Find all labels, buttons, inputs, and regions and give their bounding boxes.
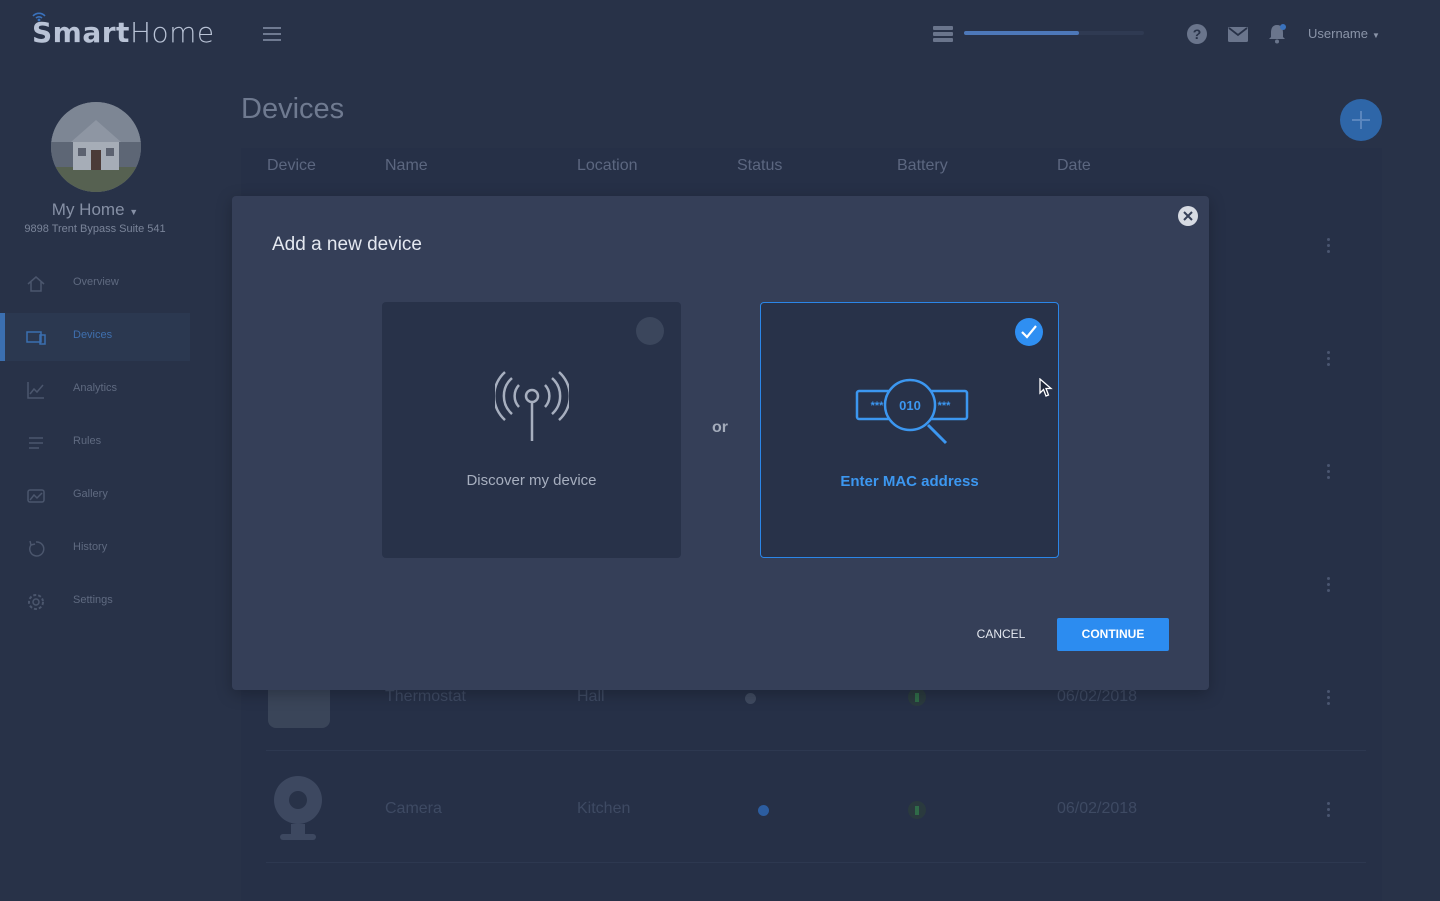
column-header-date[interactable]: Date xyxy=(1057,157,1091,175)
app-logo[interactable]: SmartHome xyxy=(32,16,215,49)
mac-option-label: Enter MAC address xyxy=(840,473,979,490)
device-location: Hall xyxy=(577,688,605,705)
sidebar-item-rules[interactable]: Rules xyxy=(0,419,190,467)
discover-option-label: Discover my device xyxy=(466,472,597,489)
sidebar-item-overview[interactable]: Overview xyxy=(0,260,190,308)
status-indicator xyxy=(758,805,769,816)
column-header-battery[interactable]: Battery xyxy=(897,157,948,175)
sidebar: My Home ▼ 9898 Trent Bypass Suite 541 Ov… xyxy=(0,68,190,901)
close-icon[interactable] xyxy=(1178,206,1198,226)
row-menu-icon[interactable] xyxy=(1327,802,1331,820)
mac-search-icon: *** 010 *** xyxy=(855,378,969,445)
list-icon xyxy=(933,26,953,42)
device-date: 06/02/2018 xyxy=(1057,800,1138,817)
or-separator: or xyxy=(712,419,728,436)
rules-icon xyxy=(29,437,43,449)
home-avatar[interactable] xyxy=(51,102,141,192)
add-device-button[interactable] xyxy=(1340,99,1382,141)
device-name: Camera xyxy=(385,800,442,817)
top-bar: SmartHome ? Username ▼ xyxy=(0,0,1440,68)
page-title: Devices xyxy=(241,93,345,125)
row-menu-icon[interactable] xyxy=(1327,351,1331,369)
battery-icon xyxy=(908,801,926,819)
column-header-name[interactable]: Name xyxy=(385,157,428,175)
continue-button[interactable]: CONTINUE xyxy=(1057,618,1169,651)
row-menu-icon[interactable] xyxy=(1327,690,1331,708)
row-divider xyxy=(266,750,1366,751)
camera-device-icon xyxy=(274,776,322,840)
column-header-device[interactable]: Device xyxy=(267,157,316,175)
home-address: 9898 Trent Bypass Suite 541 xyxy=(24,223,166,235)
mouse-cursor-icon xyxy=(1039,378,1053,397)
user-menu[interactable]: Username ▼ xyxy=(1308,26,1380,41)
settings-icon xyxy=(28,594,44,610)
column-header-location[interactable]: Location xyxy=(577,157,638,175)
analytics-icon xyxy=(27,382,44,399)
sidebar-item-analytics[interactable]: Analytics xyxy=(0,366,190,414)
help-icon[interactable]: ? xyxy=(1187,24,1207,44)
dialog-title: Add a new device xyxy=(272,234,422,255)
sidebar-item-history[interactable]: History xyxy=(0,525,190,573)
home-selector[interactable]: My Home ▼ xyxy=(0,200,190,220)
radio-unselected[interactable] xyxy=(636,317,664,345)
row-menu-icon[interactable] xyxy=(1327,464,1331,482)
add-device-dialog: Add a new device Discover my device or *… xyxy=(232,196,1209,690)
mac-graphic-left: *** xyxy=(871,400,885,412)
thermostat-device-icon xyxy=(268,690,330,728)
home-icon xyxy=(27,276,45,292)
battery-icon xyxy=(908,688,926,706)
devices-icon xyxy=(26,331,46,345)
antenna-icon xyxy=(495,371,569,441)
bell-icon[interactable] xyxy=(1268,24,1286,44)
svg-text:?: ? xyxy=(1193,26,1202,42)
device-location: Kitchen xyxy=(577,800,631,817)
sidebar-item-settings[interactable]: Settings xyxy=(0,578,190,626)
history-icon xyxy=(29,540,45,557)
row-menu-icon[interactable] xyxy=(1327,577,1331,595)
mail-icon[interactable] xyxy=(1228,27,1248,42)
column-header-status[interactable]: Status xyxy=(737,157,782,175)
sidebar-item-devices[interactable]: Devices xyxy=(0,313,190,361)
mac-graphic-center: 010 xyxy=(899,398,921,413)
row-divider xyxy=(266,862,1366,863)
check-icon[interactable] xyxy=(1015,318,1043,346)
gallery-icon xyxy=(27,489,45,503)
sidebar-item-gallery[interactable]: Gallery xyxy=(0,472,190,520)
cancel-button[interactable]: CANCEL xyxy=(962,618,1040,650)
mac-graphic-right: *** xyxy=(938,400,952,412)
status-indicator xyxy=(745,693,756,704)
menu-icon[interactable] xyxy=(263,27,281,41)
device-name: Thermostat xyxy=(385,688,466,705)
mac-address-option[interactable]: *** 010 *** Enter MAC address xyxy=(760,302,1059,558)
row-menu-icon[interactable] xyxy=(1327,238,1331,256)
discover-device-option[interactable]: Discover my device xyxy=(382,302,681,558)
device-date: 06/02/2018 xyxy=(1057,688,1138,705)
sync-progress-bar xyxy=(964,31,1144,35)
